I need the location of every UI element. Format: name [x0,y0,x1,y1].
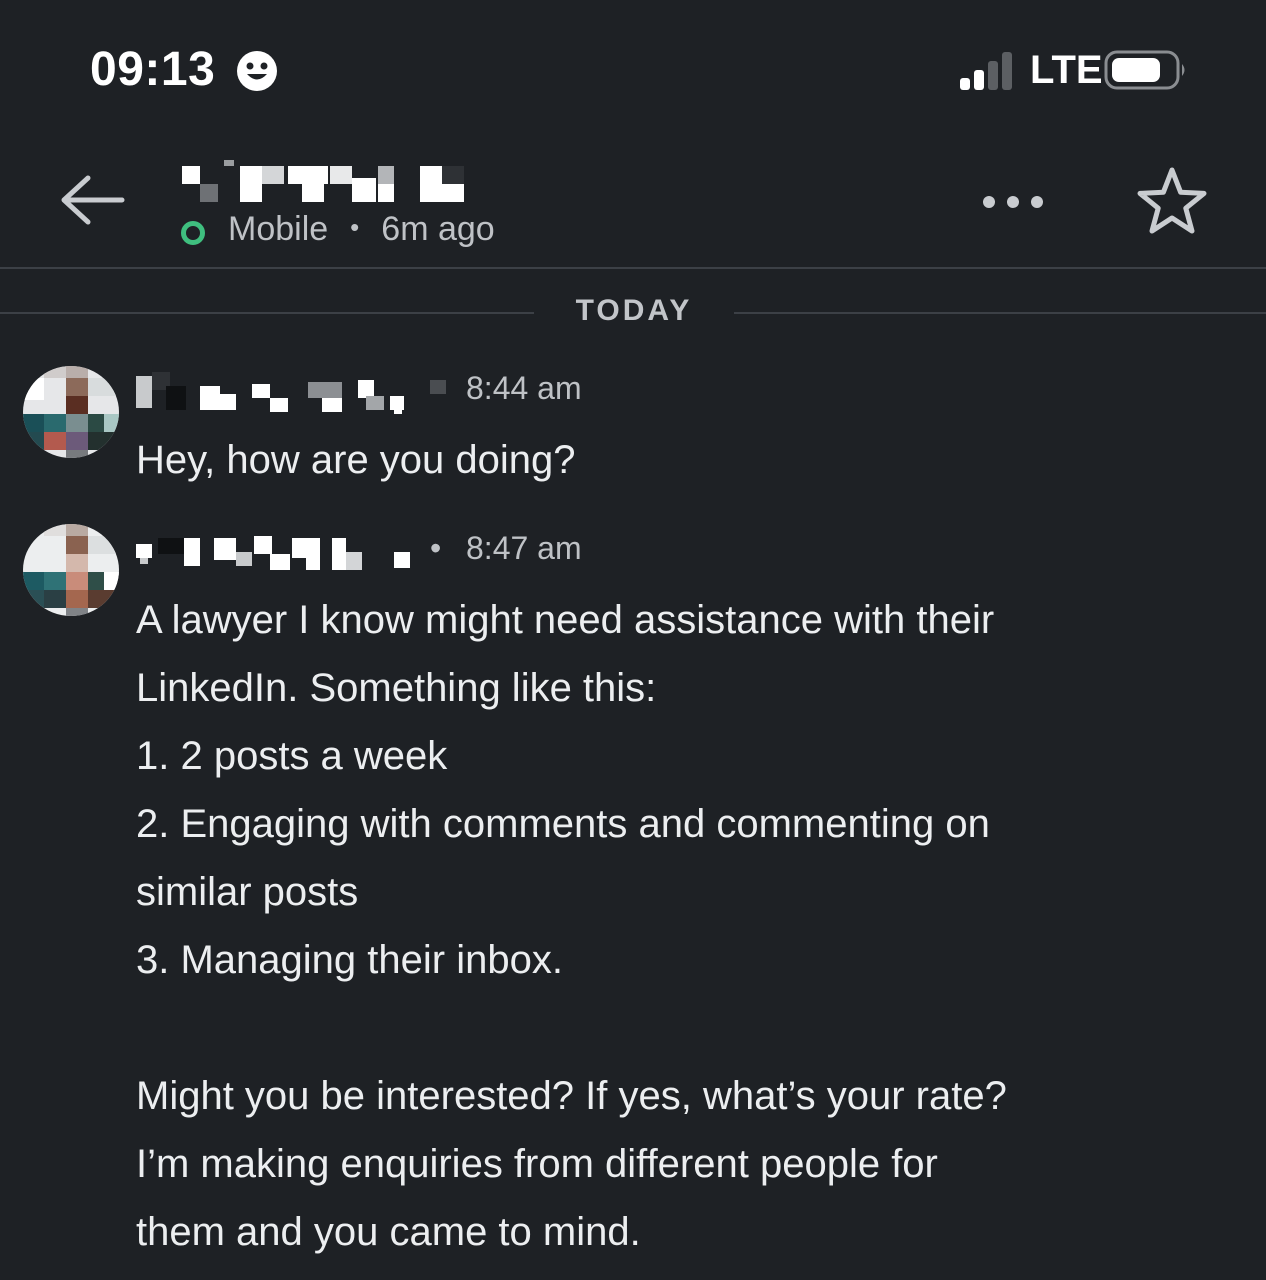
contact-name-redacted [182,160,464,202]
presence-device: Mobile [228,210,329,248]
battery-icon [1104,50,1185,90]
signal-strength-icon [960,52,1012,90]
date-divider-line-right [734,312,1266,314]
date-divider-line-left [0,312,534,314]
message-timestamp: 8:44 am [466,370,582,406]
presence-last-seen: 6m ago [381,210,495,248]
avatar[interactable] [22,518,120,622]
message-text: Hey, how are you doing? [136,438,576,482]
timestamp-separator: • [430,530,442,566]
date-divider-label: TODAY [575,294,693,327]
more-options-icon[interactable] [980,190,1046,214]
message-text: A lawyer I know might need assistance wi… [136,598,1007,1254]
status-time: 09:13 [90,43,216,96]
message-timestamp: 8:47 am [466,530,582,566]
presence-status: Mobile • 6m ago [228,210,495,249]
header-divider [0,267,1266,269]
star-icon[interactable] [1136,166,1208,236]
avatar[interactable] [22,360,120,464]
sender-name-redacted [136,372,446,414]
back-arrow-icon[interactable] [58,172,128,228]
smiley-icon [237,51,277,91]
network-type: LTE [1030,48,1103,92]
online-status-icon [181,221,205,245]
sender-name-redacted [136,536,410,570]
presence-separator: • [350,212,360,242]
